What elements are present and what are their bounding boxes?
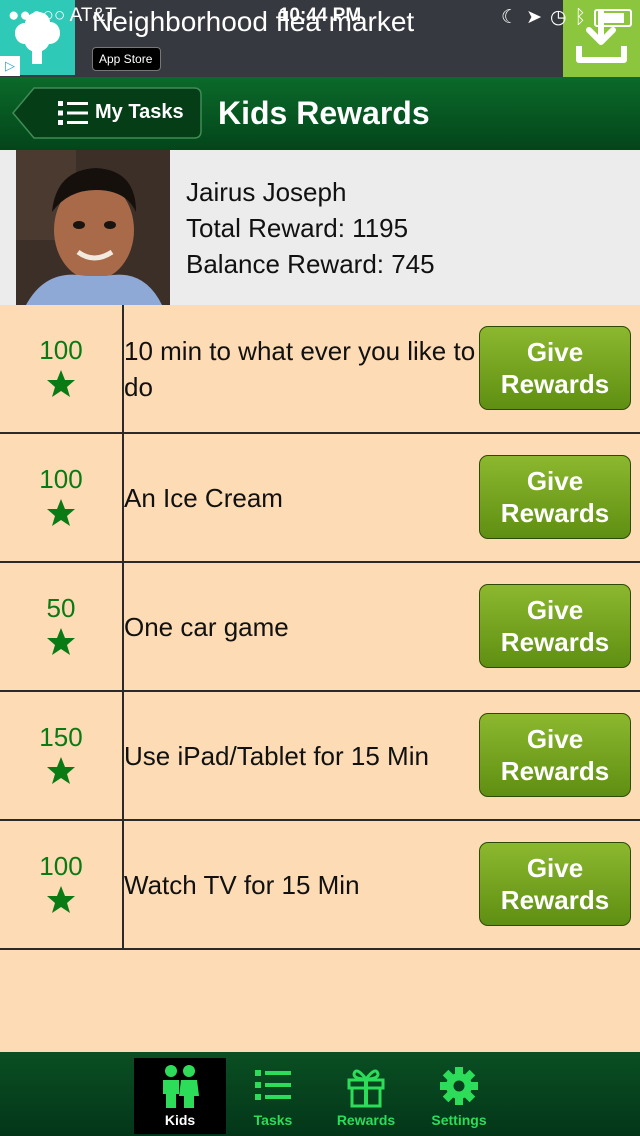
tab-bar: Kids Tasks Rewards Settings xyxy=(0,1052,640,1136)
avatar xyxy=(16,150,170,305)
kids-icon xyxy=(163,1065,199,1108)
reward-points: 100 xyxy=(0,821,124,948)
reward-points: 100 xyxy=(0,305,124,432)
give-rewards-button[interactable]: Give Rewards xyxy=(479,842,631,926)
tab-kids[interactable]: Kids xyxy=(134,1058,226,1134)
points-value: 50 xyxy=(46,593,76,623)
tab-rewards[interactable]: Rewards xyxy=(320,1058,412,1134)
reward-title: Use iPad/Tablet for 15 Min xyxy=(124,740,429,771)
reward-title: Watch TV for 15 Min xyxy=(124,869,360,900)
give-rewards-button[interactable]: Give Rewards xyxy=(479,326,631,410)
rewards-list: 100 10 min to what ever you like to do G… xyxy=(0,305,640,950)
app-store-badge[interactable]: App Store xyxy=(92,47,162,71)
give-rewards-button[interactable]: Give Rewards xyxy=(479,584,631,668)
tab-label: Rewards xyxy=(336,1112,396,1128)
ad-banner[interactable]: ▷ Neighborhood flea market App Store xyxy=(0,0,640,77)
balance-reward: Balance Reward: 745 xyxy=(186,249,435,279)
tab-settings[interactable]: Settings xyxy=(413,1058,505,1134)
reward-title: One car game xyxy=(124,611,289,642)
reward-title: An Ice Cream xyxy=(124,482,283,513)
list-icon xyxy=(58,101,88,125)
star-icon xyxy=(47,886,75,913)
list-item: 100 An Ice Cream Give Rewards xyxy=(0,434,640,563)
star-icon xyxy=(47,370,75,397)
back-button-label: My Tasks xyxy=(95,101,184,123)
reward-points: 100 xyxy=(0,434,124,561)
gear-icon xyxy=(440,1067,478,1105)
list-item: 100 Watch TV for 15 Min Give Rewards xyxy=(0,821,640,950)
tab-tasks[interactable]: Tasks xyxy=(227,1058,319,1134)
star-icon xyxy=(47,757,75,784)
kid-name: Jairus Joseph xyxy=(186,177,347,207)
tab-label: Settings xyxy=(431,1112,487,1128)
gift-icon xyxy=(347,1069,385,1108)
give-rewards-button[interactable]: Give Rewards xyxy=(479,455,631,539)
reward-points: 50 xyxy=(0,563,124,690)
star-icon xyxy=(47,628,75,655)
list-item: 50 One car game Give Rewards xyxy=(0,563,640,692)
star-icon xyxy=(47,499,75,526)
points-value: 100 xyxy=(39,464,83,494)
give-rewards-button[interactable]: Give Rewards xyxy=(479,713,631,797)
reward-title: 10 min to what ever you like to do xyxy=(124,335,476,402)
nav-bar: My Tasks Kids Rewards xyxy=(0,77,640,150)
page-title: Kids Rewards xyxy=(218,95,430,131)
tab-label: Kids xyxy=(164,1112,196,1128)
points-value: 100 xyxy=(39,851,83,881)
total-reward: Total Reward: 1195 xyxy=(186,213,409,243)
list-item: 150 Use iPad/Tablet for 15 Min Give Rewa… xyxy=(0,692,640,821)
list-item: 100 10 min to what ever you like to do G… xyxy=(0,305,640,434)
kid-profile: Jairus Joseph Total Reward: 1195 Balance… xyxy=(0,150,640,305)
reward-points: 150 xyxy=(0,692,124,819)
download-icon[interactable] xyxy=(563,0,640,77)
points-value: 100 xyxy=(39,335,83,365)
app-store-label: App Store xyxy=(99,52,153,66)
ad-choices-icon[interactable]: ▷ xyxy=(0,56,20,76)
list-icon xyxy=(255,1070,291,1100)
ad-title: Neighborhood flea market xyxy=(92,6,415,37)
points-value: 150 xyxy=(39,722,83,752)
tab-label: Tasks xyxy=(253,1112,293,1128)
my-tasks-back-button[interactable]: My Tasks xyxy=(12,87,202,139)
